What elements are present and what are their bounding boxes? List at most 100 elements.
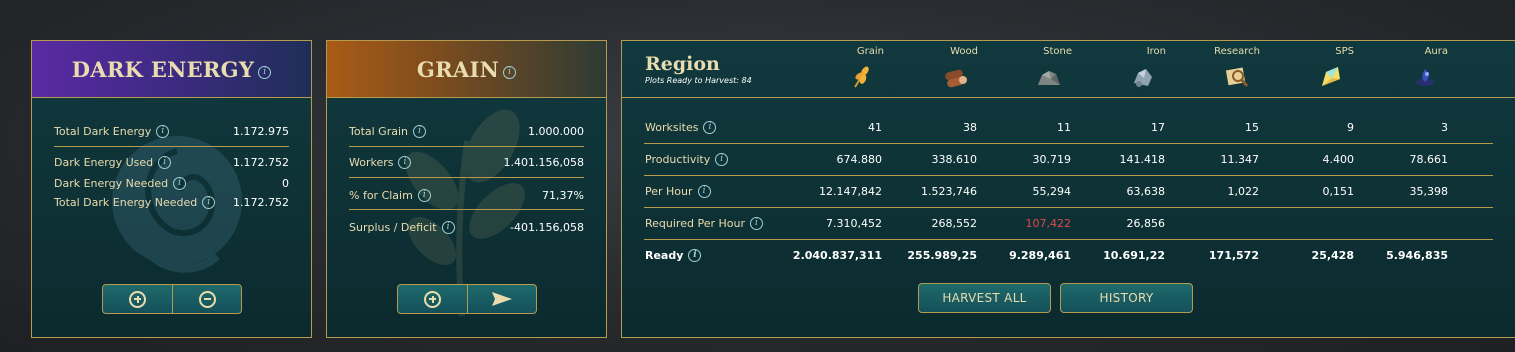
divider <box>349 177 584 178</box>
column-label: Aura <box>1424 46 1448 57</box>
table-cell: 9.289,461 <box>1009 248 1071 262</box>
row-label: Workers <box>349 156 394 169</box>
table-row-ready: Ready i 2.040.837,311 255.989,25 9.289,46… <box>644 242 1493 268</box>
table-cell <box>1348 210 1448 236</box>
minus-circle-icon <box>198 290 216 308</box>
row-total-dark-energy-needed: Total Dark Energy Needed i 1.172.752 <box>54 196 289 209</box>
region-header: Region Plots Ready to Harvest: 84 Grain … <box>622 41 1515 98</box>
info-icon[interactable]: i <box>398 156 412 169</box>
table-cell: 268,552 <box>931 216 978 230</box>
info-icon[interactable]: i <box>173 177 187 190</box>
row-label: Ready <box>645 248 684 262</box>
table-cell: 255.989,25 <box>907 248 977 262</box>
column-grain: Grain <box>794 46 884 90</box>
table-cell: 35,398 <box>1409 184 1449 198</box>
grain-title: GRAIN <box>416 56 500 82</box>
info-icon[interactable]: i <box>749 216 763 230</box>
row-label: Surplus / Deficit <box>349 221 437 234</box>
column-sps: SPS <box>1264 46 1354 90</box>
row-label: Dark Energy Needed <box>54 177 169 190</box>
grain-header: GRAIN i <box>327 41 606 98</box>
info-icon[interactable]: i <box>156 125 170 138</box>
info-icon[interactable]: i <box>697 184 711 198</box>
region-title: Region <box>645 53 720 75</box>
table-cell: 1,022 <box>1227 184 1260 198</box>
send-grain-button[interactable] <box>467 285 536 313</box>
row-label: Productivity <box>645 152 711 166</box>
row-value: 0 <box>282 177 289 190</box>
row-label: Worksites <box>645 120 699 134</box>
row-label: Total Grain <box>349 125 409 138</box>
grain-panel: GRAIN i Total Grain i 1.000.000 Workers i … <box>326 40 607 338</box>
row-dark-energy-needed: Dark Energy Needed i 0 <box>54 177 289 190</box>
sps-icon <box>1318 64 1344 90</box>
table-row-required-per-hour: Required Per Hour i 7.310,452 268,552 107… <box>644 210 1493 236</box>
table-cell: 17 <box>1151 120 1165 134</box>
info-icon[interactable]: i <box>503 65 517 79</box>
column-label: Research <box>1214 46 1260 57</box>
info-icon[interactable]: i <box>158 156 172 169</box>
plus-circle-icon <box>129 290 146 308</box>
table-cell-warning: 107,422 <box>1025 216 1072 230</box>
info-icon[interactable]: i <box>413 125 427 138</box>
info-icon[interactable]: i <box>703 120 717 134</box>
table-cell: 78.661 <box>1409 152 1449 166</box>
row-percent-for-claim: % for Claim i 71,37% <box>349 189 584 202</box>
table-cell: 63,638 <box>1126 184 1166 198</box>
row-dark-energy-used: Dark Energy Used i 1.172.752 <box>54 156 289 169</box>
table-cell: 11 <box>1057 120 1071 134</box>
table-cell: 25,428 <box>1311 248 1354 262</box>
row-value: 1.000.000 <box>528 125 584 138</box>
region-panel: Region Plots Ready to Harvest: 84 Grain … <box>621 40 1515 338</box>
divider <box>644 207 1493 208</box>
info-icon[interactable]: i <box>715 152 729 166</box>
column-label: Iron <box>1146 46 1166 57</box>
column-wood: Wood <box>888 46 978 90</box>
row-value: 1.172.975 <box>233 125 289 138</box>
dark-energy-title: DARK ENERGY <box>71 56 255 82</box>
table-cell: 1.523,746 <box>921 184 977 198</box>
divider <box>349 209 584 210</box>
table-cell: 10.691,22 <box>1103 248 1165 262</box>
table-cell: 38 <box>963 120 977 134</box>
column-research: Research <box>1170 46 1260 90</box>
info-icon[interactable]: i <box>202 196 216 209</box>
table-cell: 171,572 <box>1208 248 1259 262</box>
column-stone: Stone <box>982 46 1072 90</box>
divider <box>644 143 1493 144</box>
add-grain-button[interactable] <box>398 285 467 313</box>
column-label: Wood <box>950 46 978 57</box>
row-workers: Workers i 1.401.156,058 <box>349 156 584 169</box>
table-cell: 0,151 <box>1322 184 1355 198</box>
column-label: Grain <box>856 46 884 57</box>
table-cell: 2.040.837,311 <box>792 248 882 262</box>
history-button[interactable]: HISTORY <box>1060 283 1193 313</box>
row-total-grain: Total Grain i 1.000.000 <box>349 125 584 138</box>
table-row-per-hour: Per Hour i 12.147,842 1.523,746 55,294 63… <box>644 178 1493 204</box>
row-value: 71,37% <box>542 189 584 202</box>
column-label: Stone <box>1043 46 1072 57</box>
add-dark-energy-button[interactable] <box>103 285 172 313</box>
harvest-all-button[interactable]: HARVEST ALL <box>918 283 1051 313</box>
info-icon[interactable]: i <box>258 65 272 79</box>
table-cell: 12.147,842 <box>819 184 882 198</box>
row-label: Total Dark Energy <box>54 125 152 138</box>
plots-ready-label: Plots Ready to Harvest: 84 <box>645 76 752 85</box>
wood-icon <box>942 64 968 90</box>
table-cell <box>1254 210 1354 236</box>
row-label: Dark Energy Used <box>54 156 154 169</box>
table-row-worksites: Worksites i 41 38 11 17 15 9 3 <box>644 114 1493 140</box>
table-cell: 11.347 <box>1220 152 1260 166</box>
remove-dark-energy-button[interactable] <box>172 285 241 313</box>
grain-button-group <box>397 284 537 314</box>
info-icon[interactable]: i <box>441 221 455 234</box>
aura-icon <box>1412 64 1438 90</box>
dark-energy-panel: DARK ENERGY i Total Dark Energy i 1.172.9… <box>31 40 312 338</box>
table-row-productivity: Productivity i 674.880 338.610 30.719 141… <box>644 146 1493 172</box>
info-icon[interactable]: i <box>688 248 702 262</box>
divider <box>644 239 1493 240</box>
iron-icon <box>1130 64 1156 90</box>
table-cell: 338.610 <box>931 152 978 166</box>
info-icon[interactable]: i <box>417 189 431 202</box>
divider <box>644 175 1493 176</box>
